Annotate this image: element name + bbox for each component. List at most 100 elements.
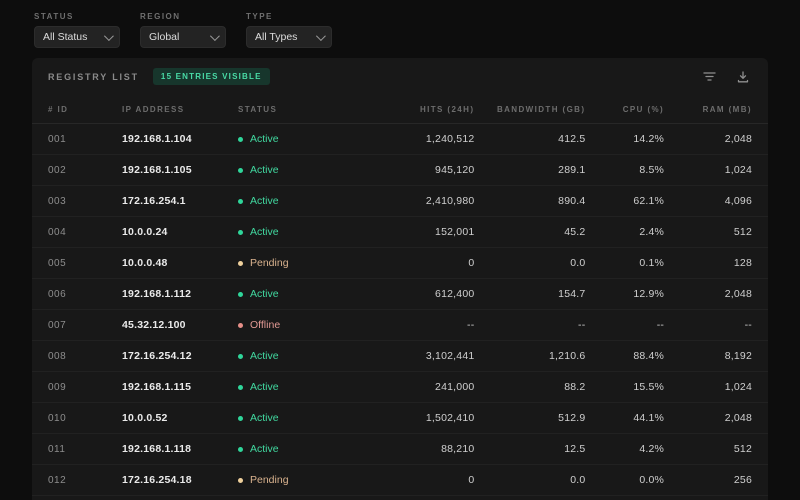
status-dot-icon	[238, 477, 243, 483]
download-icon[interactable]	[734, 68, 752, 86]
status-label: Active	[250, 412, 279, 424]
cell-id: 007	[48, 319, 67, 331]
cell-id: 011	[48, 443, 66, 455]
filter-group-type: Type All Types	[246, 12, 332, 48]
chevron-down-icon	[315, 30, 326, 41]
cell-hits: 0	[468, 257, 475, 269]
cell-ram: 256	[733, 474, 752, 486]
cell-hits: 0	[468, 474, 475, 486]
cell-bandwidth: 512.9	[558, 412, 586, 424]
cell-ram: 128	[733, 257, 752, 269]
filter-lines-icon[interactable]	[700, 68, 718, 86]
status-dot-icon	[238, 198, 243, 204]
status-label: Active	[250, 164, 279, 176]
cell-id: 010	[48, 412, 67, 424]
status-badge: Offline	[238, 319, 368, 331]
cell-cpu: 2.4%	[639, 226, 665, 238]
cell-hits: 88,210	[441, 443, 475, 455]
table-row[interactable]: 002 192.168.1.105 Active 945,120 289.1 8.5% 1,…	[32, 155, 768, 186]
cell-ip: 10.0.0.24	[122, 226, 168, 238]
cell-cpu: 14.2%	[633, 133, 665, 145]
cell-hits: 152,001	[435, 226, 475, 238]
cell-cpu: 8.5%	[639, 164, 665, 176]
cell-id: 004	[48, 226, 67, 238]
region-filter-value: Global	[149, 31, 180, 43]
cell-id: 012	[48, 474, 67, 486]
cell-cpu: 0.0%	[639, 474, 665, 486]
table-row[interactable]: 004 10.0.0.24 Active 152,001 45.2 2.4% 512	[32, 217, 768, 248]
cell-hits: --	[467, 319, 475, 331]
table-row[interactable]: 009 192.168.1.115 Active 241,000 88.2 15.5% 1,…	[32, 372, 768, 403]
region-filter-select[interactable]: Global	[140, 26, 226, 48]
table-row[interactable]: 001 192.168.1.104 Active 1,240,512 412.5 14.2…	[32, 124, 768, 155]
status-filter-select[interactable]: All Status	[34, 26, 120, 48]
status-label: Pending	[250, 257, 289, 269]
cell-hits: 945,120	[435, 164, 475, 176]
filter-bar: Status All Status Region Global Type All…	[34, 12, 332, 48]
status-badge: Active	[238, 412, 368, 424]
cell-ram: 1,024	[724, 164, 752, 176]
table-row[interactable]: 005 10.0.0.48 Pending 0 0.0 0.1% 128	[32, 248, 768, 279]
status-badge: Active	[238, 288, 368, 300]
status-dot-icon	[238, 229, 243, 235]
status-filter-label: Status	[34, 12, 74, 21]
col-header-status: Status	[238, 104, 278, 114]
cell-bandwidth: 890.4	[558, 195, 586, 207]
type-filter-value: All Types	[255, 31, 298, 43]
table-row[interactable]: 011 192.168.1.118 Active 88,210 12.5 4.2% 512	[32, 434, 768, 465]
status-dot-icon	[238, 322, 243, 328]
cell-ram: 512	[733, 443, 752, 455]
filter-group-region: Region Global	[140, 12, 226, 48]
cell-ip: 192.168.1.118	[122, 443, 192, 455]
card-header-icons	[700, 68, 752, 86]
cell-hits: 1,502,410	[425, 412, 475, 424]
cell-ram: 8,192	[724, 350, 752, 362]
table-row[interactable]: 010 10.0.0.52 Active 1,502,410 512.9 44.1% 2,0…	[32, 403, 768, 434]
cell-cpu: --	[656, 319, 665, 331]
cell-ram: 2,048	[724, 133, 752, 145]
table-row[interactable]: 008 172.16.254.12 Active 3,102,441 1,210.6 88…	[32, 341, 768, 372]
cell-ram: 2,048	[724, 288, 752, 300]
cell-bandwidth: 1,210.6	[549, 350, 586, 362]
cell-bandwidth: 12.5	[564, 443, 586, 455]
cell-cpu: 62.1%	[633, 195, 665, 207]
cell-bandwidth: 0.0	[570, 474, 586, 486]
col-header-id: # ID	[48, 104, 69, 114]
status-label: Active	[250, 443, 279, 455]
cell-ip: 192.168.1.112	[122, 288, 192, 300]
cell-ip: 172.16.254.18	[122, 474, 192, 486]
cell-bandwidth: 289.1	[558, 164, 586, 176]
col-header-cpu: CPU (%)	[622, 104, 665, 114]
cell-hits: 3,102,441	[425, 350, 475, 362]
col-header-ram: RAM (MB)	[702, 104, 752, 114]
cell-ram: 1,024	[724, 381, 752, 393]
status-badge: Pending	[238, 257, 368, 269]
region-filter-label: Region	[140, 12, 181, 21]
col-header-hits: Hits (24h)	[419, 104, 475, 114]
table-row[interactable]: 003 172.16.254.1 Active 2,410,980 890.4 62.1%…	[32, 186, 768, 217]
cell-ram: --	[744, 319, 752, 331]
cell-ram: 4,096	[724, 195, 752, 207]
table-row[interactable]: 006 192.168.1.112 Active 612,400 154.7 12.9% 2…	[32, 279, 768, 310]
cell-bandwidth: 88.2	[564, 381, 586, 393]
type-filter-select[interactable]: All Types	[246, 26, 332, 48]
status-label: Active	[250, 226, 279, 238]
cell-ip: 45.32.12.100	[122, 319, 186, 331]
cell-id: 003	[48, 195, 67, 207]
cell-id: 002	[48, 164, 67, 176]
cell-bandwidth: 0.0	[570, 257, 586, 269]
registry-card-header: Registry List 15 Entries Visible	[32, 58, 768, 95]
status-dot-icon	[238, 353, 243, 359]
col-header-ip: IP Address	[122, 104, 185, 114]
status-badge: Active	[238, 443, 368, 455]
cell-bandwidth: 412.5	[558, 133, 586, 145]
status-label: Active	[250, 381, 279, 393]
table-row[interactable]: 012 172.16.254.18 Pending 0 0.0 0.0% 256	[32, 465, 768, 496]
status-dot-icon	[238, 446, 243, 452]
cell-cpu: 44.1%	[633, 412, 665, 424]
table-row[interactable]: 007 45.32.12.100 Offline -- -- -- --	[32, 310, 768, 341]
status-label: Active	[250, 288, 279, 300]
status-dot-icon	[238, 291, 243, 297]
status-badge: Active	[238, 381, 368, 393]
cell-cpu: 88.4%	[633, 350, 665, 362]
